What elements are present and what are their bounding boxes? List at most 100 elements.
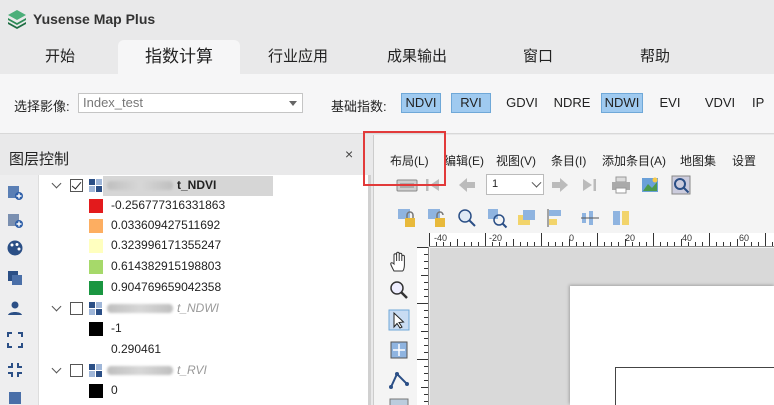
- add-raster-icon[interactable]: [6, 211, 24, 229]
- index-rvi-button[interactable]: RVI: [451, 93, 491, 113]
- index-ndwi-button[interactable]: NDWI: [601, 93, 643, 113]
- export-image-icon[interactable]: [640, 174, 662, 196]
- select-cursor-icon[interactable]: [388, 309, 410, 331]
- layer-visibility-checkbox[interactable]: [70, 302, 83, 315]
- ruler-tick: [667, 242, 668, 246]
- menu-view[interactable]: 视图(V): [496, 152, 536, 169]
- layer-visibility-checkbox[interactable]: [70, 179, 83, 192]
- ruler-tick: [681, 239, 682, 246]
- layout-side-toolbar: [384, 247, 414, 405]
- resize-items-icon[interactable]: [610, 207, 632, 229]
- collapse-icon[interactable]: [6, 361, 24, 379]
- menu-item[interactable]: 条目(I): [551, 152, 586, 169]
- ruler-tick: [737, 239, 738, 246]
- chevron-down-icon[interactable]: [51, 178, 62, 189]
- ruler-tick: [424, 324, 428, 325]
- index-gdvi-button[interactable]: GDVI: [500, 93, 544, 113]
- image-select-value: Index_test: [83, 95, 143, 110]
- ruler-tick: [688, 242, 689, 246]
- align-items-icon[interactable]: [546, 207, 568, 229]
- legend-label: 0.614382915198803: [111, 259, 222, 273]
- layer-row-ndvi[interactable]: t_NDVI: [39, 176, 369, 196]
- menu-edit[interactable]: 编辑(E): [444, 152, 484, 169]
- expand-icon[interactable]: [6, 331, 24, 349]
- edit-nodes-icon[interactable]: [388, 369, 410, 391]
- ruler-tick: [492, 242, 493, 246]
- ruler-tick: [457, 239, 458, 246]
- chevron-down-icon[interactable]: [51, 363, 62, 374]
- index-ip-button[interactable]: IP: [752, 93, 774, 113]
- layer-name: t_NDVI: [177, 178, 217, 192]
- ruler-tick: [751, 242, 752, 246]
- tab-industry[interactable]: 行业应用: [258, 40, 338, 74]
- ruler-tick: [471, 242, 472, 246]
- legend-label: -1: [111, 321, 122, 335]
- add-vector-icon[interactable]: [6, 183, 24, 201]
- ruler-tick: [436, 242, 437, 246]
- ruler-tick: [424, 268, 428, 269]
- redacted-name: [107, 304, 173, 313]
- layout-page[interactable]: [570, 286, 774, 405]
- ruler-tick: [421, 331, 428, 332]
- ruler-tick: [424, 352, 428, 353]
- remove-layer-icon[interactable]: [6, 389, 24, 405]
- layer-visibility-checkbox[interactable]: [70, 364, 83, 377]
- add-map-icon[interactable]: [388, 397, 410, 405]
- ruler-tick: [424, 310, 428, 311]
- ruler-tick: [765, 233, 766, 246]
- legend-label: 0.904769659042358: [111, 280, 222, 294]
- index-label: 基础指数:: [331, 99, 387, 114]
- ruler-tick: [639, 242, 640, 246]
- ruler-tick: [417, 303, 428, 304]
- unlock-items-icon[interactable]: [426, 207, 448, 229]
- layers-stack-icon[interactable]: [6, 269, 24, 287]
- scrollbar[interactable]: [368, 175, 371, 405]
- index-ndre-button[interactable]: NDRE: [550, 93, 594, 113]
- palette-icon[interactable]: [6, 239, 24, 257]
- last-page-icon[interactable]: [578, 174, 600, 196]
- zoom-map-icon[interactable]: [670, 174, 692, 196]
- index-evi-button[interactable]: EVI: [653, 93, 687, 113]
- ruler-label: 40: [682, 233, 693, 243]
- next-page-icon[interactable]: [549, 174, 571, 196]
- legend-label: 0.033609427511692: [111, 218, 221, 232]
- menu-atlas[interactable]: 地图集: [680, 152, 716, 169]
- ruler-tick: [421, 275, 428, 276]
- user-layer-icon[interactable]: [6, 299, 24, 317]
- menu-settings[interactable]: 设置: [732, 152, 756, 169]
- zoom-item-icon[interactable]: [456, 207, 478, 229]
- tab-window[interactable]: 窗口: [508, 40, 568, 74]
- ruler-tick: [611, 242, 612, 246]
- zoom-tool-icon[interactable]: [388, 279, 410, 301]
- layer-row-rvi[interactable]: t_RVI: [39, 361, 369, 381]
- tab-start[interactable]: 开始: [30, 40, 90, 74]
- ruler-tick: [758, 242, 759, 246]
- lock-items-icon[interactable]: [396, 207, 418, 229]
- tab-index-calc[interactable]: 指数计算: [118, 40, 240, 74]
- index-ndvi-button[interactable]: NDVI: [401, 93, 441, 113]
- raise-item-icon[interactable]: [516, 207, 538, 229]
- pan-hand-icon[interactable]: [388, 251, 410, 273]
- map-frame[interactable]: [615, 367, 774, 405]
- previous-page-icon[interactable]: [456, 174, 478, 196]
- ruler-tick: [424, 394, 428, 395]
- tab-output[interactable]: 成果输出: [377, 40, 457, 74]
- ruler-tick: [424, 261, 428, 262]
- layout-canvas[interactable]: [430, 248, 774, 405]
- layer-row-ndwi[interactable]: t_NDWI: [39, 299, 369, 319]
- zoom-extent-icon[interactable]: [486, 207, 508, 229]
- move-content-icon[interactable]: [388, 339, 410, 361]
- page-selector[interactable]: 1: [486, 174, 544, 195]
- image-select[interactable]: Index_test: [78, 93, 303, 113]
- tab-help[interactable]: 帮助: [625, 40, 685, 74]
- legend-label: -0.256777316331863: [111, 198, 226, 212]
- chevron-down-icon[interactable]: [51, 301, 62, 312]
- ruler-tick: [695, 242, 696, 246]
- menu-add-item[interactable]: 添加条目(A): [602, 152, 666, 169]
- index-vdvi-button[interactable]: VDVI: [700, 93, 740, 113]
- legend-label: 0.290461: [111, 342, 162, 356]
- print-icon[interactable]: [610, 174, 632, 196]
- close-icon[interactable]: ×: [345, 146, 353, 162]
- distribute-items-icon[interactable]: [579, 207, 601, 229]
- ruler-tick: [485, 233, 486, 246]
